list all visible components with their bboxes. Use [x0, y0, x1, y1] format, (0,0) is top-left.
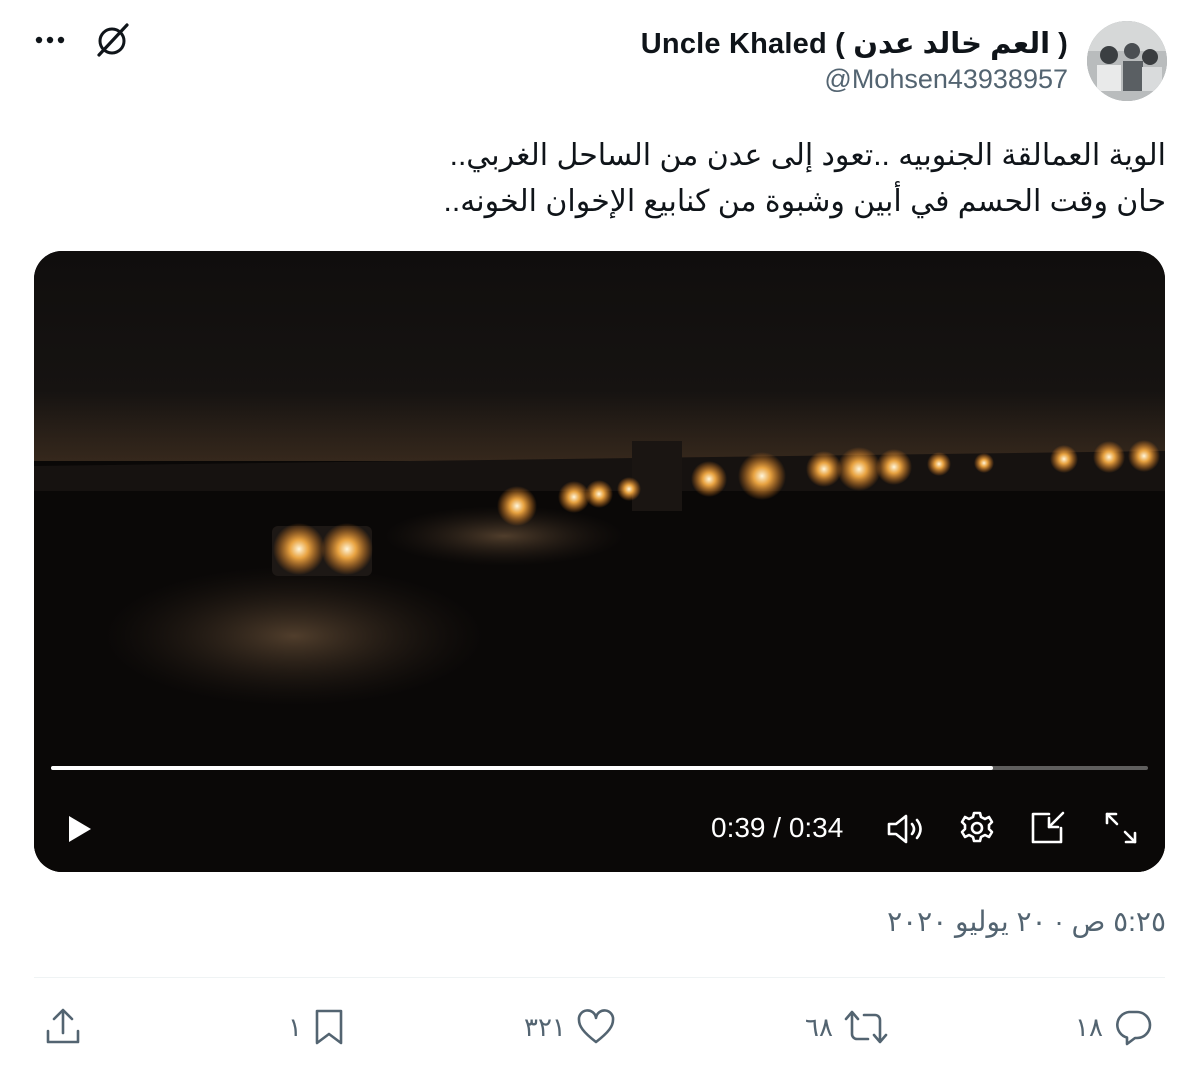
like-count: ٣٢١ — [524, 1011, 566, 1042]
avatar[interactable] — [1087, 21, 1167, 101]
pip-icon[interactable] — [1027, 807, 1069, 849]
bookmark-button[interactable]: ١ — [288, 1002, 346, 1052]
reply-count: ١٨ — [1075, 1011, 1103, 1042]
author-name-row[interactable]: Uncle Khaled ( العم خالد عدن ) — [641, 25, 1068, 61]
heart-icon — [577, 1009, 615, 1044]
header-actions — [34, 22, 130, 58]
video-time: 0:39 / 0:34 — [711, 812, 844, 843]
author-handle[interactable]: @Mohsen43938957 — [824, 64, 1068, 95]
share-icon — [46, 1008, 80, 1044]
reply-icon — [1115, 1010, 1152, 1046]
tweet-line-1: الوية العمالقة الجنوبيه ..تعود إلى عدن م… — [449, 139, 1166, 172]
retweet-button[interactable]: ٦٨ — [805, 1002, 889, 1052]
volume-icon[interactable] — [885, 809, 925, 849]
display-name[interactable]: Uncle Khaled ( العم خالد عدن ) — [641, 26, 1068, 61]
more-options-icon[interactable] — [34, 35, 66, 45]
tweet-text: الوية العمالقة الجنوبيه ..تعود إلى عدن م… — [66, 133, 1166, 225]
settings-icon[interactable] — [956, 807, 998, 849]
fullscreen-icon[interactable] — [1100, 807, 1142, 849]
bookmark-count: ١ — [288, 1011, 302, 1042]
video-progress-fill — [51, 766, 994, 770]
tweet-line-2: حان وقت الحسم في أبين وشبوة من كنابيع ال… — [443, 185, 1166, 218]
video-frame — [34, 251, 1165, 872]
share-button[interactable] — [44, 1002, 82, 1052]
tweet-timestamp[interactable]: ٥:٢٥ ص · ٢٠ يوليو ٢٠٢٠ — [887, 905, 1166, 938]
retweet-icon — [844, 1010, 888, 1044]
like-button[interactable]: ٣٢١ — [524, 1002, 616, 1052]
grok-icon[interactable] — [94, 22, 130, 58]
video-progress-bar[interactable] — [51, 766, 1148, 770]
reply-button[interactable]: ١٨ — [1075, 1002, 1153, 1052]
retweet-count: ٦٨ — [805, 1011, 833, 1042]
avatar-photo — [1087, 21, 1167, 101]
video-player[interactable]: 0:39 / 0:34 — [34, 251, 1165, 872]
divider — [34, 977, 1165, 978]
bookmark-icon — [315, 1009, 343, 1045]
play-icon[interactable] — [62, 809, 98, 849]
